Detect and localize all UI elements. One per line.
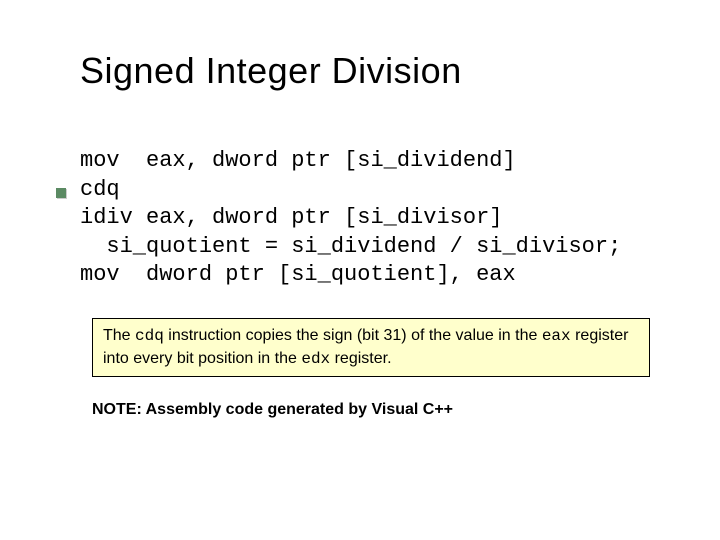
note-text: NOTE: Assembly code generated by Visual … <box>92 401 680 419</box>
callout-text-2: instruction copies the sign (bit 31) of … <box>164 327 542 344</box>
callout-text-4: register. <box>330 350 391 367</box>
callout-text-1: The <box>103 327 135 344</box>
code-line-2: cdq <box>80 177 120 202</box>
code-line-3: idiv eax, dword ptr [si_divisor] <box>80 205 502 230</box>
slide-title: Signed Integer Division <box>80 50 462 91</box>
code-line-4: si_quotient = si_dividend / si_divisor; <box>80 234 621 259</box>
slide: Signed Integer Division mov eax, dword p… <box>0 0 720 540</box>
callout-mono-cdq: cdq <box>135 327 164 345</box>
title-area: Signed Integer Division <box>80 50 680 92</box>
callout-mono-eax: eax <box>542 327 571 345</box>
callout-mono-edx: edx <box>301 350 330 368</box>
bullet-icon <box>56 188 66 198</box>
code-block: mov eax, dword ptr [si_dividend] cdq idi… <box>80 147 680 290</box>
code-line-5: mov dword ptr [si_quotient], eax <box>80 262 516 287</box>
code-line-1: mov eax, dword ptr [si_dividend] <box>80 148 516 173</box>
callout-box: The cdq instruction copies the sign (bit… <box>92 318 650 377</box>
